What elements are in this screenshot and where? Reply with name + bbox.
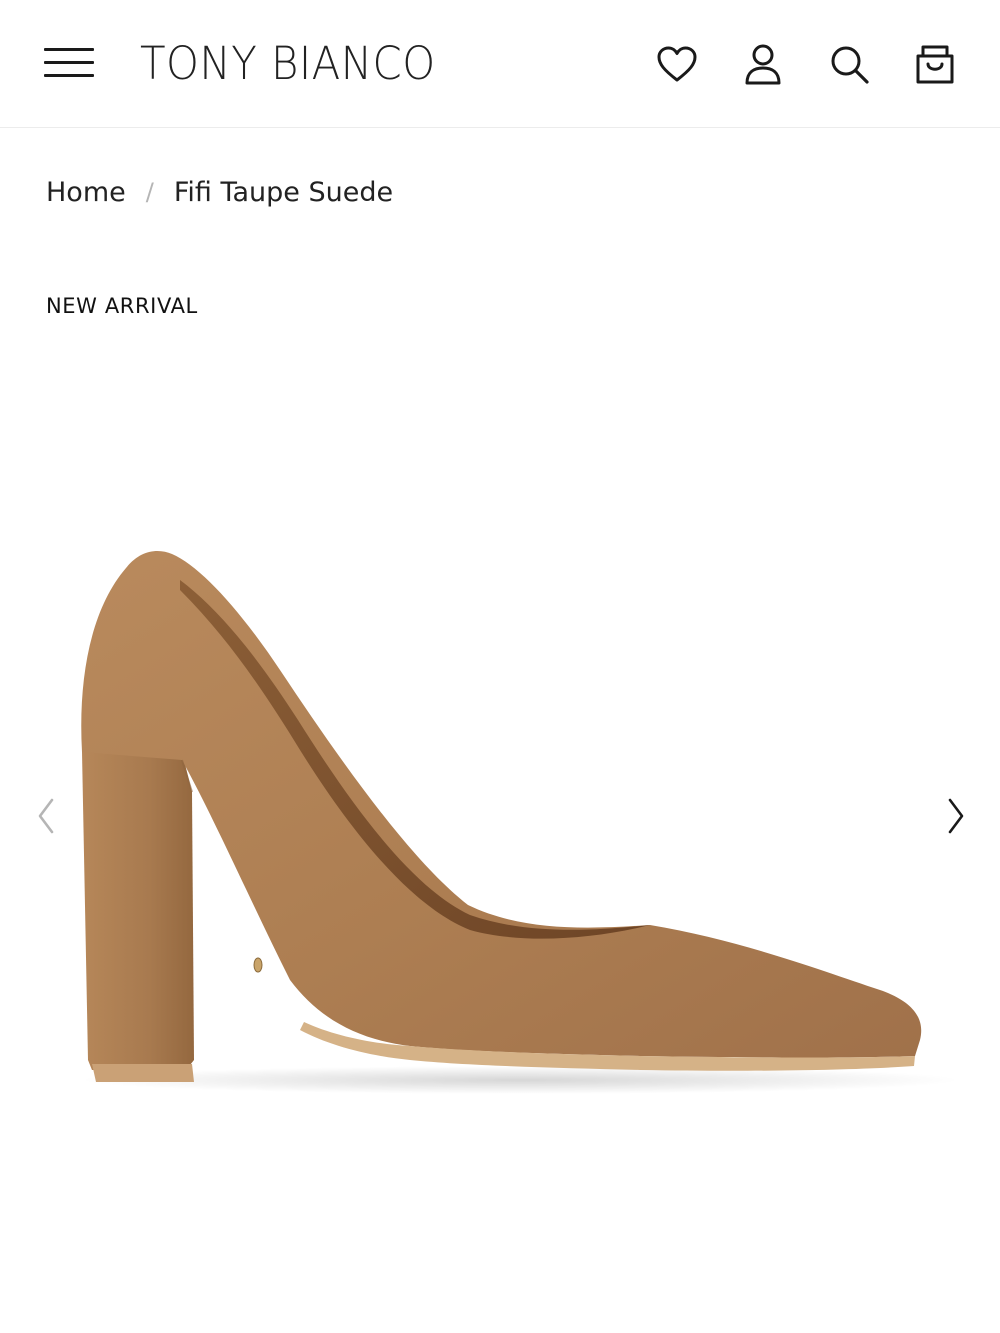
account-button[interactable] <box>740 40 786 88</box>
breadcrumb-current: Fifi Taupe Suede <box>173 176 394 208</box>
breadcrumb-home-link[interactable]: Home <box>46 177 126 208</box>
site-header: TONY BIANCO <box>0 0 1000 128</box>
cart-button[interactable] <box>912 40 958 88</box>
menu-button[interactable] <box>44 44 96 82</box>
chevron-right-icon <box>948 798 964 834</box>
menu-icon-bar <box>44 74 94 77</box>
new-arrival-badge: NEW ARRIVAL <box>46 294 198 318</box>
gallery-next-button[interactable] <box>936 790 976 842</box>
wishlist-button[interactable] <box>654 40 700 88</box>
product-image-gallery <box>0 340 1000 1330</box>
brand-logo[interactable]: TONY BIANCO <box>140 36 436 92</box>
gallery-prev-button[interactable] <box>26 790 66 842</box>
menu-icon-bar <box>44 48 94 51</box>
search-icon <box>831 46 869 84</box>
breadcrumb: Home / Fifi Taupe Suede <box>46 172 393 212</box>
search-button[interactable] <box>826 40 872 88</box>
user-icon <box>745 44 781 85</box>
heart-icon <box>657 46 697 82</box>
menu-icon-bar <box>44 61 94 64</box>
product-image <box>80 550 960 1094</box>
breadcrumb-separator: / <box>145 178 154 206</box>
shopping-bag-icon <box>916 45 954 84</box>
chevron-left-icon <box>38 798 54 834</box>
